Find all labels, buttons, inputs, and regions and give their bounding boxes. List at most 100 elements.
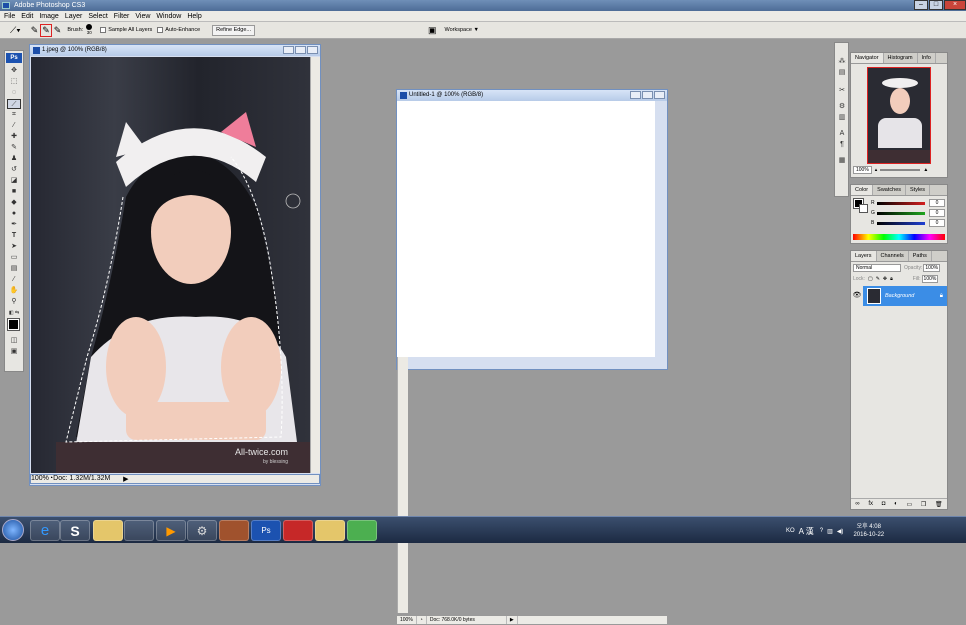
tray-network-icon[interactable]: ▥ <box>827 528 833 535</box>
taskbar-media-player-icon[interactable]: ▶ <box>156 520 186 541</box>
screen-mode-icon[interactable]: ▣ <box>7 347 21 357</box>
menu-view[interactable]: View <box>135 13 150 20</box>
doc1-info[interactable]: Doc: 1.32M/1.32M <box>53 475 123 483</box>
tab-paths[interactable]: Paths <box>909 251 932 261</box>
tab-swatches[interactable]: Swatches <box>873 185 907 195</box>
blend-mode-select[interactable]: Normal <box>853 263 901 272</box>
lock-transparency-icon[interactable]: ▢ <box>868 276 873 282</box>
doc2-zoom[interactable]: 100% <box>397 616 417 624</box>
path-selection-tool-icon[interactable]: ➤ <box>7 242 21 252</box>
doc2-minimize-button[interactable] <box>630 91 641 99</box>
pen-tool-icon[interactable]: ✒ <box>7 220 21 230</box>
delete-layer-icon[interactable]: 🗑︎ <box>935 501 943 508</box>
minimize-button[interactable]: – <box>914 0 928 10</box>
menu-file[interactable]: File <box>4 13 15 20</box>
dodge-tool-icon[interactable]: ● <box>7 209 21 219</box>
menu-edit[interactable]: Edit <box>21 13 33 20</box>
tray-date[interactable]: 2016-10-22 <box>853 531 884 539</box>
add-mask-icon[interactable]: ◘ <box>882 501 886 507</box>
tray-help-icon[interactable]: ? <box>820 528 823 534</box>
lock-pixels-icon[interactable]: ✎ <box>876 276 880 282</box>
quick-mask-icon[interactable]: ◫ <box>7 336 21 346</box>
menu-filter[interactable]: Filter <box>114 13 130 20</box>
tab-color[interactable]: Color <box>851 185 874 195</box>
actions-panel-icon[interactable]: ⚙ <box>835 102 849 112</box>
move-tool-icon[interactable]: ✥ <box>7 66 21 76</box>
crop-tool-icon[interactable]: ⌗ <box>7 110 21 120</box>
start-button[interactable] <box>2 519 24 541</box>
new-selection-icon[interactable]: ✎ <box>31 25 39 36</box>
doc1-close-button[interactable] <box>307 46 318 54</box>
tab-styles[interactable]: Styles <box>906 185 930 195</box>
opacity-value[interactable]: 100% <box>923 263 941 272</box>
brush-picker[interactable]: 30 <box>86 24 93 36</box>
clone-stamp-tool-icon[interactable]: ♟ <box>7 154 21 164</box>
eyedropper-tool-icon[interactable]: ⁄ <box>7 121 21 131</box>
brush-tool-icon[interactable]: ✎ <box>7 143 21 153</box>
quick-selection-tool-icon[interactable]: ⟋ <box>7 99 21 109</box>
zoom-out-icon[interactable]: ▴ <box>875 167 878 173</box>
taskbar-steam-icon[interactable]: ⚙ <box>187 520 217 541</box>
layer-visibility-eye-icon[interactable]: 👁︎ <box>851 286 863 306</box>
workspace-menu[interactable]: Workspace ▼ <box>445 27 479 33</box>
taskbar-photoshop-icon[interactable]: Ps <box>251 520 281 541</box>
navigator-zoom-slider[interactable] <box>880 169 921 171</box>
taskbar-s-app-icon[interactable]: S <box>60 520 90 541</box>
auto-enhance-checkbox[interactable] <box>157 27 164 33</box>
menu-layer[interactable]: Layer <box>65 13 83 20</box>
lock-position-icon[interactable]: ✥ <box>883 276 887 282</box>
refine-edge-button[interactable]: Refine Edge... <box>212 24 255 36</box>
tool-presets-panel-icon[interactable]: ▤ <box>835 68 849 78</box>
subtract-selection-icon[interactable]: ✎ <box>54 25 62 36</box>
fill-value[interactable]: 100% <box>921 274 939 283</box>
layer-style-icon[interactable]: fx <box>868 501 873 507</box>
new-group-icon[interactable]: ▭ <box>906 501 912 508</box>
doc1-status-arrow-icon[interactable]: ▶ <box>123 475 128 483</box>
document-1-canvas[interactable]: All-twice.com by blessing <box>31 57 310 473</box>
notes-tool-icon[interactable]: ▤ <box>7 264 21 274</box>
zoom-tool-icon[interactable]: ⚲ <box>7 297 21 307</box>
quick-selection-preset-icon[interactable]: ⟋▾ <box>10 25 21 36</box>
color-spectrum-bar[interactable] <box>853 234 945 240</box>
ps-logo-icon[interactable]: Ps <box>6 53 22 63</box>
taskbar-ie-icon[interactable]: e <box>30 520 60 541</box>
tab-info[interactable]: Info <box>918 53 936 63</box>
taskbar-app-icon[interactable] <box>124 520 154 541</box>
tab-layers[interactable]: Layers <box>851 251 877 261</box>
zoom-in-icon[interactable]: ▲ <box>923 167 928 173</box>
add-to-selection-icon[interactable]: ✎ <box>40 23 52 37</box>
close-button[interactable]: × <box>944 0 966 10</box>
tray-volume-icon[interactable]: ◀) <box>837 528 844 535</box>
character-panel-icon[interactable]: A <box>835 129 849 139</box>
marquee-tool-icon[interactable]: ⬚ <box>7 77 21 87</box>
menu-image[interactable]: Image <box>39 13 58 20</box>
lock-all-icon[interactable]: 🔒︎ <box>890 276 893 282</box>
sample-all-layers-checkbox[interactable] <box>100 27 107 33</box>
history-panel-icon[interactable]: ✂ <box>835 86 849 96</box>
new-layer-icon[interactable]: ❐ <box>921 501 926 508</box>
taskbar-explorer-icon[interactable] <box>93 520 123 541</box>
hand-tool-icon[interactable]: ✋ <box>7 286 21 296</box>
maximize-button[interactable]: □ <box>929 0 943 10</box>
doc2-info[interactable]: Doc: 768.0K/0 bytes <box>427 616 507 624</box>
taskbar-folder-icon[interactable] <box>315 520 345 541</box>
layer-name[interactable]: Background <box>885 293 940 299</box>
tray-ime[interactable]: A 漢 <box>799 526 814 537</box>
document-2-title-bar[interactable]: Untitled-1 @ 100% (RGB/8) <box>397 90 667 101</box>
brushes-panel-icon[interactable]: ⁂ <box>835 57 849 67</box>
eyedropper2-tool-icon[interactable]: ⁄ <box>7 275 21 285</box>
doc1-maximize-button[interactable] <box>295 46 306 54</box>
channel-g-slider[interactable] <box>877 211 925 215</box>
swatches-panel-icon[interactable]: ▦ <box>835 156 849 166</box>
channel-r-value[interactable]: 0 <box>929 199 945 207</box>
taskbar-game-icon[interactable] <box>219 520 249 541</box>
tab-channels[interactable]: Channels <box>877 251 909 261</box>
channel-r-slider[interactable] <box>877 201 925 205</box>
color-background-swatch[interactable] <box>859 204 868 213</box>
menu-select[interactable]: Select <box>88 13 107 20</box>
link-layers-icon[interactable]: ∞ <box>855 501 859 507</box>
channel-g-value[interactable]: 0 <box>929 209 945 217</box>
foreground-color-swatch[interactable] <box>7 318 20 331</box>
menu-help[interactable]: Help <box>187 13 201 20</box>
tab-histogram[interactable]: Histogram <box>884 53 918 63</box>
